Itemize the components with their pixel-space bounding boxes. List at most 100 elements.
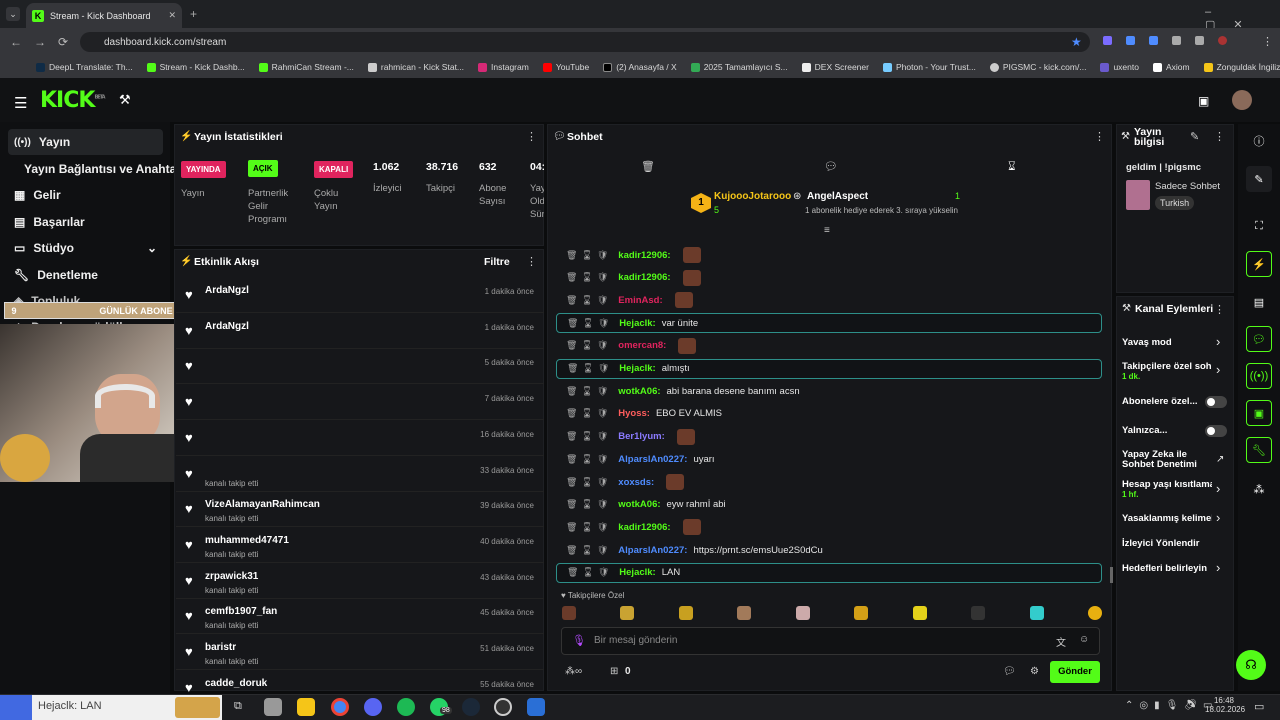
folder-icon[interactable] <box>297 698 315 716</box>
clock[interactable]: 16:48 18.02.2026 <box>1205 696 1245 714</box>
chat-username[interactable]: kadir12906: <box>618 522 670 533</box>
menu-icon[interactable]: ⋮ <box>1262 35 1273 48</box>
chevron-right-icon[interactable]: › <box>1216 334 1220 349</box>
chat-username[interactable]: Hejaclk: <box>619 318 655 329</box>
top-gifter-name[interactable]: KujoooJotarooo <box>714 191 791 202</box>
chat-menu-icon[interactable]: ⋮ <box>1094 130 1105 143</box>
activity-row[interactable]: ♥ kanalı takip etti 33 dakika önce <box>176 457 544 492</box>
dashboard-icon[interactable]: ▣ <box>1198 94 1209 108</box>
chat-username[interactable]: wotkA06: <box>618 499 660 510</box>
bookmark-item[interactable]: YouTube <box>542 62 589 72</box>
chevron-right-icon[interactable]: › <box>1216 560 1220 575</box>
chat-message[interactable]: 🗑︎⌛︎🛡︎ wotkA06: eyw rahmİ abi <box>556 495 1102 515</box>
activity-row[interactable]: ♥ muhammed47471 kanalı takip etti 40 dakika… <box>176 528 544 563</box>
translate-icon[interactable]: 文 <box>1056 634 1066 649</box>
chat-message[interactable]: 🗑︎⌛︎🛡︎ AlparslAn0227: https://prnt.sc/emsU… <box>556 540 1102 560</box>
kick-logo[interactable]: KICKBETA <box>40 88 106 113</box>
chat-message[interactable]: 🗑︎⌛︎🛡︎ Hejaclk: LAN <box>556 562 1102 583</box>
activity-row[interactable]: ♥ cemfb1907_fan kanalı takip etti 45 dakika… <box>176 599 544 635</box>
support-chat-button[interactable]: ☊ <box>1236 650 1266 680</box>
bookmark-item[interactable]: rahmican - Kick Stat... <box>367 62 464 72</box>
collapse-icon[interactable]: ≡ <box>824 225 830 236</box>
chat-username[interactable]: xoxsds: <box>618 477 654 488</box>
notification-icon[interactable]: ▭ <box>1254 700 1264 713</box>
mod-action-icons[interactable]: 🗑︎⌛︎🛡︎ <box>566 250 612 261</box>
mic-icon[interactable]: 🎙︎ <box>572 634 586 647</box>
hourglass-icon[interactable]: ⌛︎ <box>1008 159 1016 174</box>
dashboard-rail-icon[interactable]: ▣ <box>1246 400 1272 426</box>
action-banned-words[interactable]: Yasaklanmış kelimel <box>1122 513 1212 524</box>
activity-menu-icon[interactable]: ⋮ <box>526 255 537 268</box>
bookmark-item[interactable]: Instagram <box>478 62 529 72</box>
mod-action-icons[interactable]: 🗑︎⌛︎🛡︎ <box>567 318 613 329</box>
edit-pencil-icon[interactable]: ✎ <box>1190 130 1199 143</box>
chat-bubble-icon[interactable]: 💬︎ <box>824 160 838 173</box>
spotify-icon[interactable] <box>397 698 415 716</box>
avatar[interactable] <box>1232 90 1252 110</box>
tab-list-button[interactable]: ⌄ <box>6 7 20 21</box>
chat-message[interactable]: 🗑︎⌛︎🛡︎ Hejaclk: var ünite <box>556 313 1102 334</box>
chat-message[interactable]: 🗑︎⌛︎🛡︎ Ber1lyum: <box>556 427 1102 447</box>
mod-action-icons[interactable]: 🗑︎⌛︎🛡︎ <box>566 499 612 510</box>
activity-row[interactable]: ♥ zrpawick31 kanalı takip etti 43 dakika ön… <box>176 564 544 599</box>
chat-message[interactable]: 🗑︎⌛︎🛡︎ Hejaclk: almıştı <box>556 358 1102 379</box>
chat-message[interactable]: 🗑︎⌛︎🛡︎ Hyoss: EBO EV ALMIS <box>556 404 1102 424</box>
chat-username[interactable]: Hejaclk: <box>619 567 655 578</box>
actions-menu-icon[interactable]: ⋮ <box>1214 303 1225 316</box>
activity-row[interactable]: ♥ 7 dakika önce <box>176 385 544 421</box>
filter-button[interactable]: Filtre <box>484 256 510 268</box>
chat-username[interactable]: AlparslAn0227: <box>618 545 687 556</box>
chat-scrollbar[interactable] <box>1110 567 1113 583</box>
info-icon[interactable]: ⓘ <box>1246 128 1272 154</box>
emote-row[interactable] <box>562 606 1102 620</box>
wrench-rail-icon[interactable]: 🔧︎ <box>1246 437 1272 463</box>
activity-row[interactable]: ♥ ArdaNgzl 1 dakika önce <box>176 314 544 349</box>
mod-action-icons[interactable]: 🗑︎⌛︎🛡︎ <box>566 477 612 488</box>
subs-only-toggle[interactable] <box>1205 396 1227 408</box>
chat-username[interactable]: wotkA06: <box>618 386 660 397</box>
chat-username[interactable]: AlparslAn0227: <box>618 454 687 465</box>
community-rail-icon[interactable]: ⁂ <box>1246 476 1272 502</box>
chat-username[interactable]: EminAsd: <box>618 295 662 306</box>
chat-message[interactable]: 🗑︎⌛︎🛡︎ EminAsd: <box>556 290 1102 310</box>
community-infinity-icon[interactable]: ⁂∞ <box>565 666 582 677</box>
url-field[interactable]: dashboard.kick.com/stream <box>80 32 1090 52</box>
emotes-only-toggle[interactable] <box>1205 425 1227 437</box>
mod-action-icons[interactable]: 🗑︎⌛︎🛡︎ <box>567 363 613 374</box>
explorer-icon[interactable] <box>264 698 282 716</box>
pinned-gifter-name[interactable]: AngelAspect <box>807 191 868 202</box>
mod-action-icons[interactable]: 🗑︎⌛︎🛡︎ <box>566 272 612 283</box>
settings-gear-icon[interactable]: ⚙ <box>1030 666 1039 677</box>
bookmark-item[interactable]: Zonguldak İngilizce... <box>1203 62 1280 72</box>
action-slow-mode[interactable]: Yavaş mod <box>1122 337 1230 348</box>
task-view-icon[interactable]: ⧉ <box>234 700 242 713</box>
send-button[interactable]: Gönder <box>1050 661 1100 683</box>
chat-username[interactable]: kadir12906: <box>618 250 670 261</box>
chat-message[interactable]: 🗑︎⌛︎🛡︎ xoxsds: <box>556 472 1102 492</box>
info-menu-icon[interactable]: ⋮ <box>1214 130 1225 143</box>
close-tab-icon[interactable]: ✕ <box>168 10 176 21</box>
pencil-icon[interactable]: ✎ <box>1246 166 1272 192</box>
action-ai-moderation[interactable]: Yapay Zeka ile Sohbet Denetimi <box>1122 450 1208 470</box>
chat-username[interactable]: kadir12906: <box>618 272 670 283</box>
nav-item-gelir[interactable]: ▦ Gelir <box>8 182 163 208</box>
chat-message[interactable]: 🗑︎⌛︎🛡︎ kadir12906: <box>556 517 1102 537</box>
chevron-right-icon[interactable]: › <box>1216 481 1220 496</box>
mod-action-icons[interactable]: 🗑︎⌛︎🛡︎ <box>566 408 612 419</box>
bookmark-item[interactable]: 2025 Tamamlayıcı S... <box>690 62 788 72</box>
bookmark-star-icon[interactable]: ★ <box>1071 35 1082 49</box>
chat-username[interactable]: Hyoss: <box>618 408 650 419</box>
extension-icons[interactable] <box>1103 36 1253 48</box>
nav-item-basarilar[interactable]: ▤ Başarılar <box>8 209 163 235</box>
nav-item-studyo[interactable]: ▭ Stüdyo ⌄ <box>8 235 163 261</box>
mod-action-icons[interactable]: 🗑︎⌛︎🛡︎ <box>566 386 612 397</box>
bookmark-item[interactable]: Photon - Your Trust... <box>882 62 976 72</box>
nav-buttons[interactable]: ←→⟳ <box>10 35 80 49</box>
chat-username[interactable]: Ber1lyum: <box>618 431 664 442</box>
mod-action-icons[interactable]: 🗑︎⌛︎🛡︎ <box>566 522 612 533</box>
chat-message[interactable]: 🗑︎⌛︎🛡︎ AlparslAn0227: uyarı <box>556 449 1102 469</box>
app-icon[interactable] <box>527 698 545 716</box>
chat-message[interactable]: 🗑︎⌛︎🛡︎ omercan8: <box>556 336 1102 356</box>
action-followers-only[interactable]: Takipçilere özel soh <box>1122 361 1212 372</box>
bookmark-item[interactable]: DEX Screener <box>801 62 869 72</box>
